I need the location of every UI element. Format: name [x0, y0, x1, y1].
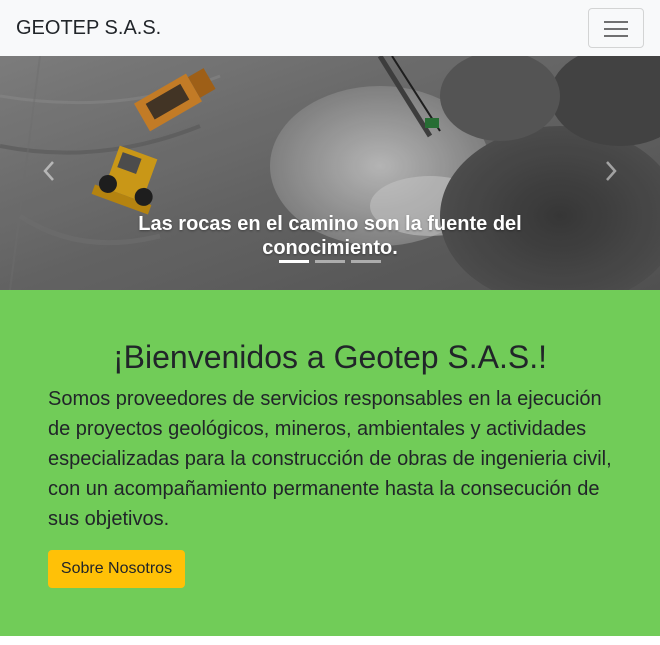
carousel-indicator-3[interactable] — [351, 260, 381, 263]
navbar-toggler-button[interactable] — [588, 8, 644, 48]
chevron-right-icon — [606, 161, 617, 181]
carousel-indicators — [0, 260, 660, 264]
carousel-prev-control[interactable] — [0, 56, 100, 290]
hero-carousel: Las rocas en el camino son la fuente del… — [0, 56, 660, 290]
carousel-indicator-2[interactable] — [315, 260, 345, 263]
chevron-left-icon — [43, 161, 54, 181]
about-us-button[interactable]: Sobre Nosotros — [48, 550, 185, 588]
welcome-text: Somos proveedores de servicios responsab… — [48, 388, 612, 530]
navbar: GEOTEP S.A.S. — [0, 0, 660, 56]
brand-link[interactable]: GEOTEP S.A.S. — [16, 16, 161, 40]
carousel-caption: Las rocas en el camino son la fuente del… — [138, 213, 522, 259]
carousel-next-control[interactable] — [560, 56, 660, 290]
carousel-indicator-1[interactable] — [279, 260, 309, 263]
welcome-title: ¡Bienvenidos a Geotep S.A.S.! — [112, 339, 548, 375]
welcome-section: ¡Bienvenidos a Geotep S.A.S.! Somos prov… — [0, 290, 660, 636]
